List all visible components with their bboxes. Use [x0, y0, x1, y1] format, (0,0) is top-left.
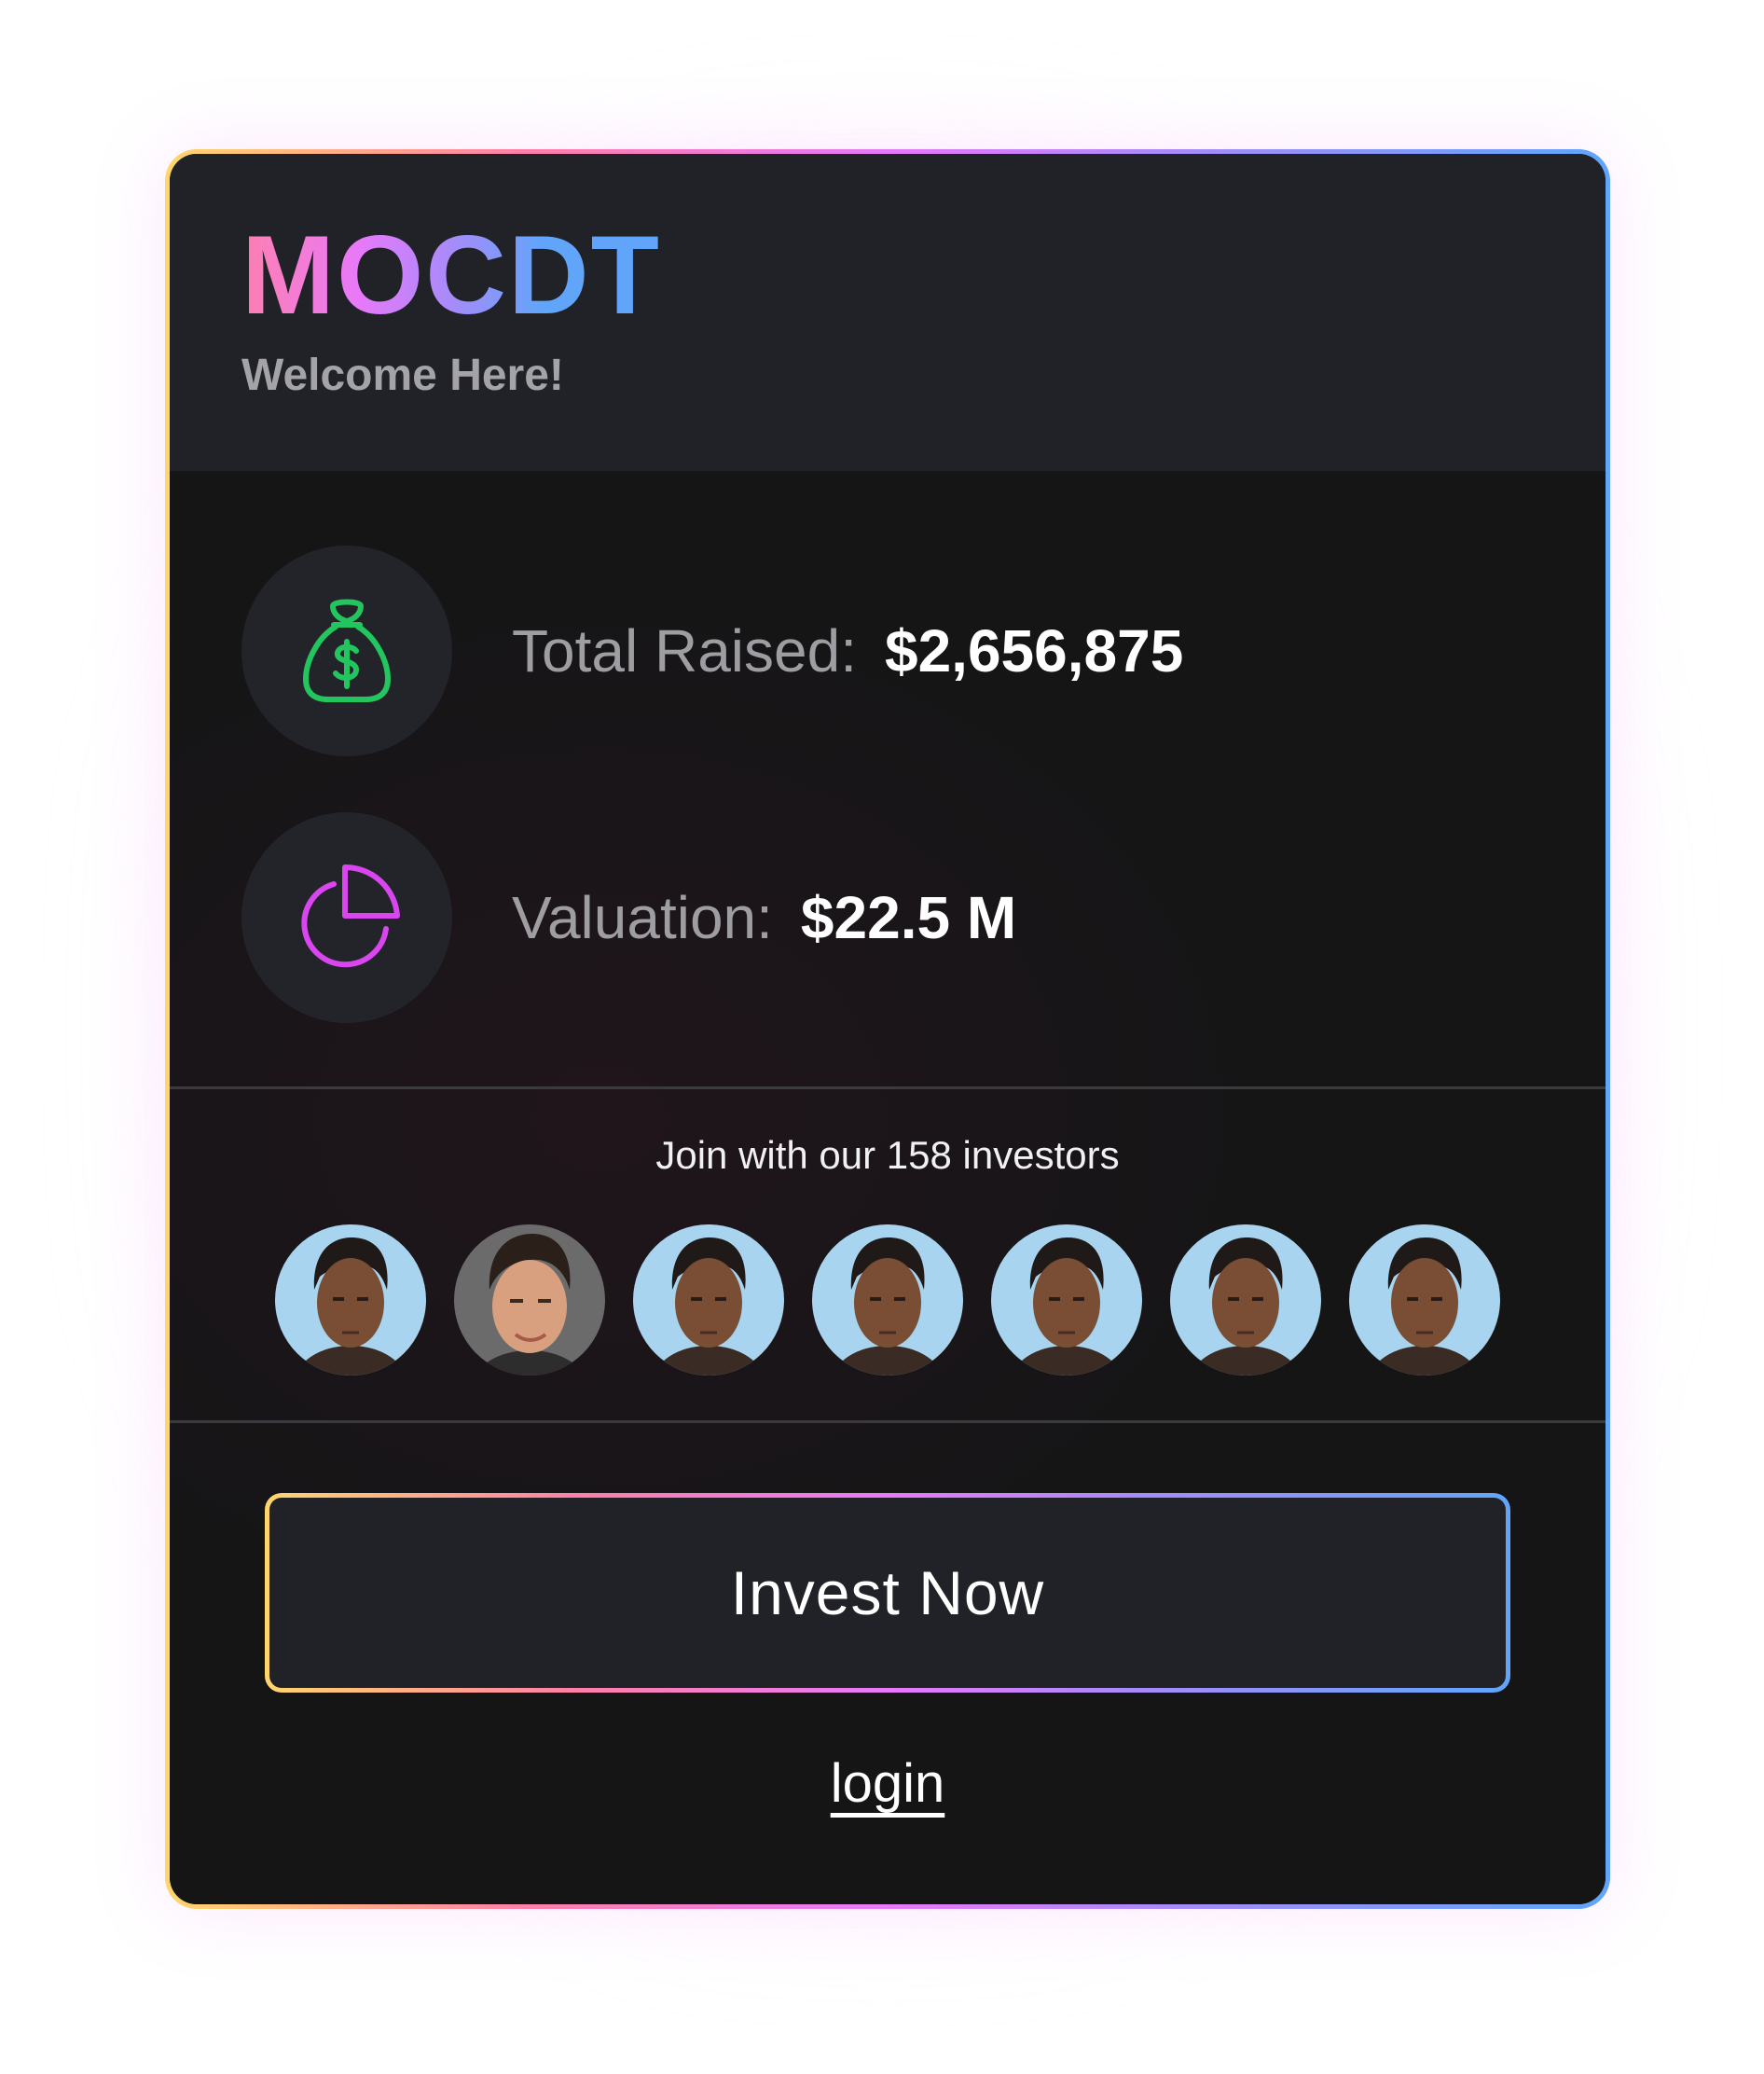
invest-now-button[interactable]: Invest Now [269, 1498, 1506, 1688]
brand-logo: MOCDT [241, 208, 661, 342]
divider [170, 1420, 1606, 1423]
total-raised-value: $2,656,875 [884, 617, 1184, 684]
valuation-row: Valuation: $22.5 M [241, 812, 1016, 1023]
valuation-value: $22.5 M [800, 884, 1017, 951]
avatar [1349, 1224, 1500, 1376]
login-link[interactable]: login [170, 1752, 1606, 1815]
avatar [991, 1224, 1142, 1376]
valuation-label: Valuation: [512, 884, 773, 951]
avatar [275, 1224, 426, 1376]
avatar [633, 1224, 784, 1376]
welcome-text: Welcome Here! [241, 351, 564, 400]
card-body: Total Raised: $2,656,875 Valuation: $22.… [170, 471, 1606, 1904]
invest-card: MOCDT Welcome Here! Total Raised: $2,656… [165, 149, 1610, 1909]
pie-chart-icon [301, 864, 400, 968]
avatar [454, 1224, 605, 1376]
card-inner: MOCDT Welcome Here! Total Raised: $2,656… [170, 154, 1606, 1904]
investors-count-text: Join with our 158 investors [655, 1133, 1120, 1177]
card-header: MOCDT Welcome Here! [170, 154, 1606, 471]
avatar [812, 1224, 963, 1376]
investor-avatars [170, 1224, 1606, 1376]
total-raised-row: Total Raised: $2,656,875 [241, 546, 1183, 756]
divider [170, 1086, 1606, 1089]
pie-chart-icon-circle [241, 812, 452, 1023]
money-bag-icon-circle [241, 546, 452, 756]
avatar [1170, 1224, 1321, 1376]
money-bag-icon [303, 599, 391, 702]
invest-button-border: Invest Now [265, 1493, 1510, 1693]
total-raised-label: Total Raised: [512, 617, 857, 684]
